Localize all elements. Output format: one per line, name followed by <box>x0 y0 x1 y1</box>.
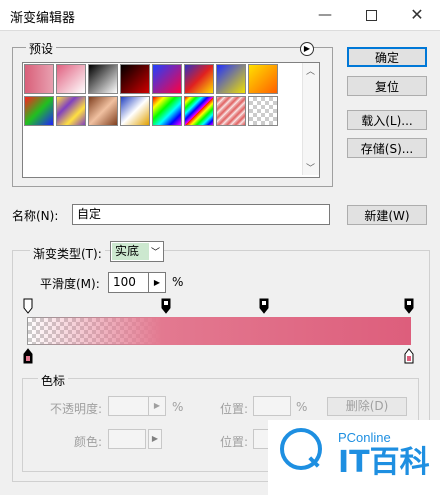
save-button[interactable]: 存储(S)... <box>347 138 427 158</box>
minimize-button[interactable]: — <box>302 0 348 30</box>
reset-button[interactable]: 复位 <box>347 76 427 96</box>
preset-swatch[interactable] <box>152 64 182 94</box>
color-arrow-icon[interactable]: ▶ <box>148 429 162 449</box>
location-input[interactable] <box>253 396 291 416</box>
smoothness-value: 100 <box>113 275 136 289</box>
gradient-preview-bar[interactable] <box>27 317 411 345</box>
color-swatch[interactable] <box>108 429 146 449</box>
preset-swatch[interactable] <box>24 96 54 126</box>
preset-swatch[interactable] <box>152 96 182 126</box>
gradient-type-label: 渐变类型(T): <box>30 245 105 262</box>
watermark-brand: PConline <box>338 430 391 445</box>
window-title: 渐变编辑器 <box>10 11 76 26</box>
preset-swatch[interactable] <box>216 64 246 94</box>
color-stop-right[interactable] <box>404 348 414 364</box>
name-input[interactable]: 自定 <box>72 204 330 225</box>
smoothness-arrow-icon[interactable]: ▶ <box>148 273 165 292</box>
gradient-type-select[interactable]: 实底 ﹀ <box>110 241 164 262</box>
ok-button[interactable]: 确定 <box>347 47 427 67</box>
chevron-down-icon: ﹀ <box>150 248 160 258</box>
name-label: 名称(N): <box>12 209 59 223</box>
presets-label: 预设 <box>26 40 57 57</box>
smoothness-input[interactable]: 100 ▶ <box>108 272 166 293</box>
color-stop-left[interactable] <box>23 348 33 364</box>
presets-menu-icon[interactable]: ▶ <box>300 42 314 56</box>
load-button[interactable]: 载入(L)... <box>347 110 427 130</box>
preset-swatch[interactable] <box>184 64 214 94</box>
preset-swatch[interactable] <box>24 64 54 94</box>
location2-label: 位置: <box>220 435 249 449</box>
maximize-button[interactable] <box>348 0 394 30</box>
preset-swatch[interactable] <box>56 96 86 126</box>
opacity-stop-2[interactable] <box>259 298 269 314</box>
location-label: 位置: <box>220 402 249 416</box>
presets-scrollbar[interactable]: ︿ ﹀ <box>302 63 319 175</box>
opacity-stop-left[interactable] <box>23 298 33 314</box>
preset-swatch[interactable] <box>120 96 150 126</box>
opacity-input[interactable]: ▶ <box>108 396 166 416</box>
new-button[interactable]: 新建(W) <box>347 205 427 225</box>
preset-swatch[interactable] <box>248 96 278 126</box>
scroll-up-icon[interactable]: ︿ <box>306 64 315 77</box>
opacity-unit: % <box>172 400 184 414</box>
preset-swatch[interactable] <box>120 64 150 94</box>
opacity-stop-right[interactable] <box>404 298 414 314</box>
delete-button[interactable]: 删除(D) <box>327 397 407 416</box>
preset-swatch-area <box>22 62 320 178</box>
color-label: 颜色: <box>74 435 103 449</box>
preset-swatch[interactable] <box>248 64 278 94</box>
smoothness-label: 平滑度(M): <box>40 277 100 291</box>
color-stop-label: 色标 <box>38 372 69 389</box>
preset-swatch[interactable] <box>88 64 118 94</box>
location-unit: % <box>296 400 308 414</box>
opacity-stop-1[interactable] <box>161 298 171 314</box>
preset-swatch[interactable] <box>216 96 246 126</box>
close-button[interactable]: ✕ <box>394 0 440 30</box>
gradient-type-value: 实底 <box>112 243 149 260</box>
watermark: PConline IT百科 <box>268 420 440 495</box>
watermark-name: IT百科 <box>338 445 430 480</box>
preset-swatch[interactable] <box>88 96 118 126</box>
maximize-icon <box>365 9 377 21</box>
scroll-down-icon[interactable]: ﹀ <box>306 161 315 174</box>
opacity-label: 不透明度: <box>50 402 103 416</box>
opacity-arrow-icon[interactable]: ▶ <box>148 397 165 415</box>
preset-swatch[interactable] <box>184 96 214 126</box>
smoothness-unit: % <box>172 275 184 289</box>
preset-swatch[interactable] <box>56 64 86 94</box>
